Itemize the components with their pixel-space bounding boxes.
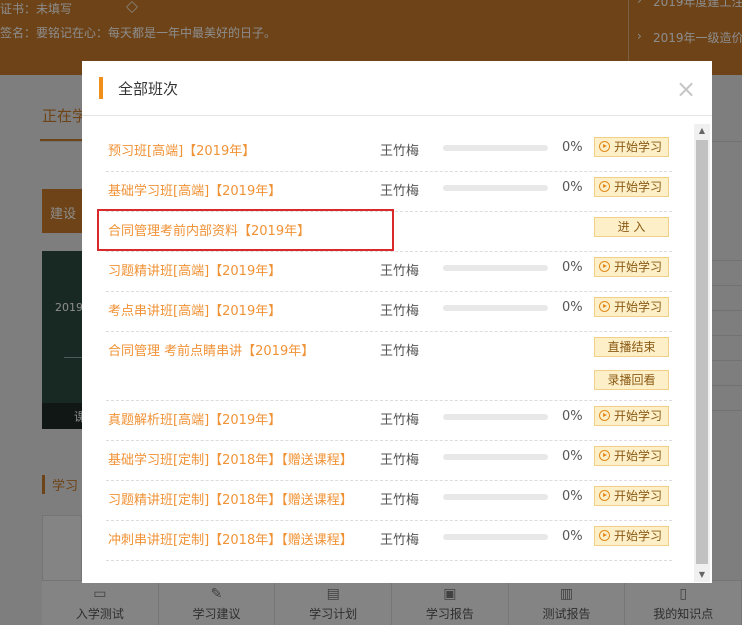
course-name-link[interactable]: 习题精讲班[定制]【2018年】【赠送课程】 [108,489,353,508]
live-ended-button[interactable]: 直播结束 [594,337,669,357]
scroll-down-arrow[interactable]: ▼ [694,568,710,582]
teacher-name: 王竹梅 [380,344,420,359]
teacher-name: 王竹梅 [380,493,420,508]
teacher-name: 王竹梅 [380,144,420,159]
course-name-link[interactable]: 预习班[高端]【2019年】 [108,140,255,159]
teacher-name: 王竹梅 [380,304,420,319]
start-study-button[interactable]: 开始学习 [594,486,669,506]
progress-percent: 0% [562,140,583,155]
scrollbar[interactable]: ▲ ▼ [694,124,710,582]
replay-button[interactable]: 录播回看 [594,370,669,390]
button-label: 开始学习 [614,260,663,274]
progress-percent: 0% [562,529,583,544]
progress-percent: 0% [562,180,583,195]
course-name-link[interactable]: 合同管理考前内部资料【2019年】 [108,220,310,239]
progress-bar [443,414,548,420]
button-label: 开始学习 [614,140,663,154]
play-icon [599,181,610,192]
course-name-link[interactable]: 合同管理 考前点睛串讲【2019年】 [108,340,314,359]
course-row: 冲刺串讲班[定制]【2018年】【赠送课程】 王竹梅 0% 开始学习 [106,521,672,561]
enter-button[interactable]: 进 入 [594,217,669,237]
course-name-link[interactable]: 基础学习班[高端]【2019年】 [108,180,281,199]
start-study-button[interactable]: 开始学习 [594,137,669,157]
teacher-name: 王竹梅 [380,264,420,279]
start-study-button[interactable]: 开始学习 [594,406,669,426]
course-name-link[interactable]: 考点串讲班[高端]【2019年】 [108,300,281,319]
play-icon [599,410,610,421]
scroll-up-arrow[interactable]: ▲ [694,124,710,138]
teacher-name: 王竹梅 [380,533,420,548]
progress-bar [443,534,548,540]
course-name-link[interactable]: 基础学习班[定制]【2018年】【赠送课程】 [108,449,353,468]
button-label: 开始学习 [614,449,663,463]
progress-bar [443,494,548,500]
course-name-link[interactable]: 习题精讲班[高端]【2019年】 [108,260,281,279]
progress-percent: 0% [562,449,583,464]
progress-percent: 0% [562,489,583,504]
button-label: 开始学习 [614,529,663,543]
course-row: 习题精讲班[高端]【2019年】 王竹梅 0% 开始学习 [106,252,672,292]
scrollbar-thumb[interactable] [696,140,708,564]
start-study-button[interactable]: 开始学习 [594,446,669,466]
start-study-button[interactable]: 开始学习 [594,257,669,277]
teacher-name: 王竹梅 [380,184,420,199]
play-icon [599,261,610,272]
play-icon [599,450,610,461]
course-name-link[interactable]: 真题解析班[高端]【2019年】 [108,409,281,428]
close-icon[interactable]: × [676,77,696,101]
start-study-button[interactable]: 开始学习 [594,177,669,197]
progress-bar [443,265,548,271]
play-icon [599,490,610,501]
button-label: 开始学习 [614,489,663,503]
course-row: 预习班[高端]【2019年】 王竹梅 0% 开始学习 [106,132,672,172]
button-label: 开始学习 [614,300,663,314]
all-classes-modal: 全部班次 × 预习班[高端]【2019年】 王竹梅 0% 开始学习 基础学习班[高端]【… [82,61,712,583]
course-name-link[interactable]: 冲刺串讲班[定制]【2018年】【赠送课程】 [108,529,353,548]
button-label: 开始学习 [614,180,663,194]
progress-percent: 0% [562,260,583,275]
teacher-name: 王竹梅 [380,453,420,468]
modal-title: 全部班次 [118,80,179,98]
title-accent-bar [99,77,103,99]
teacher-name: 王竹梅 [380,413,420,428]
progress-bar [443,185,548,191]
course-row: 习题精讲班[定制]【2018年】【赠送课程】 王竹梅 0% 开始学习 [106,481,672,521]
course-row: 基础学习班[定制]【2018年】【赠送课程】 王竹梅 0% 开始学习 [106,441,672,481]
course-row: 真题解析班[高端]【2019年】 王竹梅 0% 开始学习 [106,401,672,441]
progress-bar [443,305,548,311]
play-icon [599,141,610,152]
course-row: 考点串讲班[高端]【2019年】 王竹梅 0% 开始学习 [106,292,672,332]
course-row: 合同管理 考前点睛串讲【2019年】 王竹梅 直播结束录播回看 [106,332,672,401]
modal-header: 全部班次 × [82,61,712,116]
play-icon [599,530,610,541]
course-row: 合同管理考前内部资料【2019年】 进 入 [106,212,672,252]
button-label: 开始学习 [614,409,663,423]
progress-bar [443,454,548,460]
play-icon [599,301,610,312]
progress-percent: 0% [562,300,583,315]
course-row: 基础学习班[高端]【2019年】 王竹梅 0% 开始学习 [106,172,672,212]
start-study-button[interactable]: 开始学习 [594,526,669,546]
progress-bar [443,145,548,151]
start-study-button[interactable]: 开始学习 [594,297,669,317]
progress-percent: 0% [562,409,583,424]
course-list: 预习班[高端]【2019年】 王竹梅 0% 开始学习 基础学习班[高端]【2019年】王… [106,132,672,561]
